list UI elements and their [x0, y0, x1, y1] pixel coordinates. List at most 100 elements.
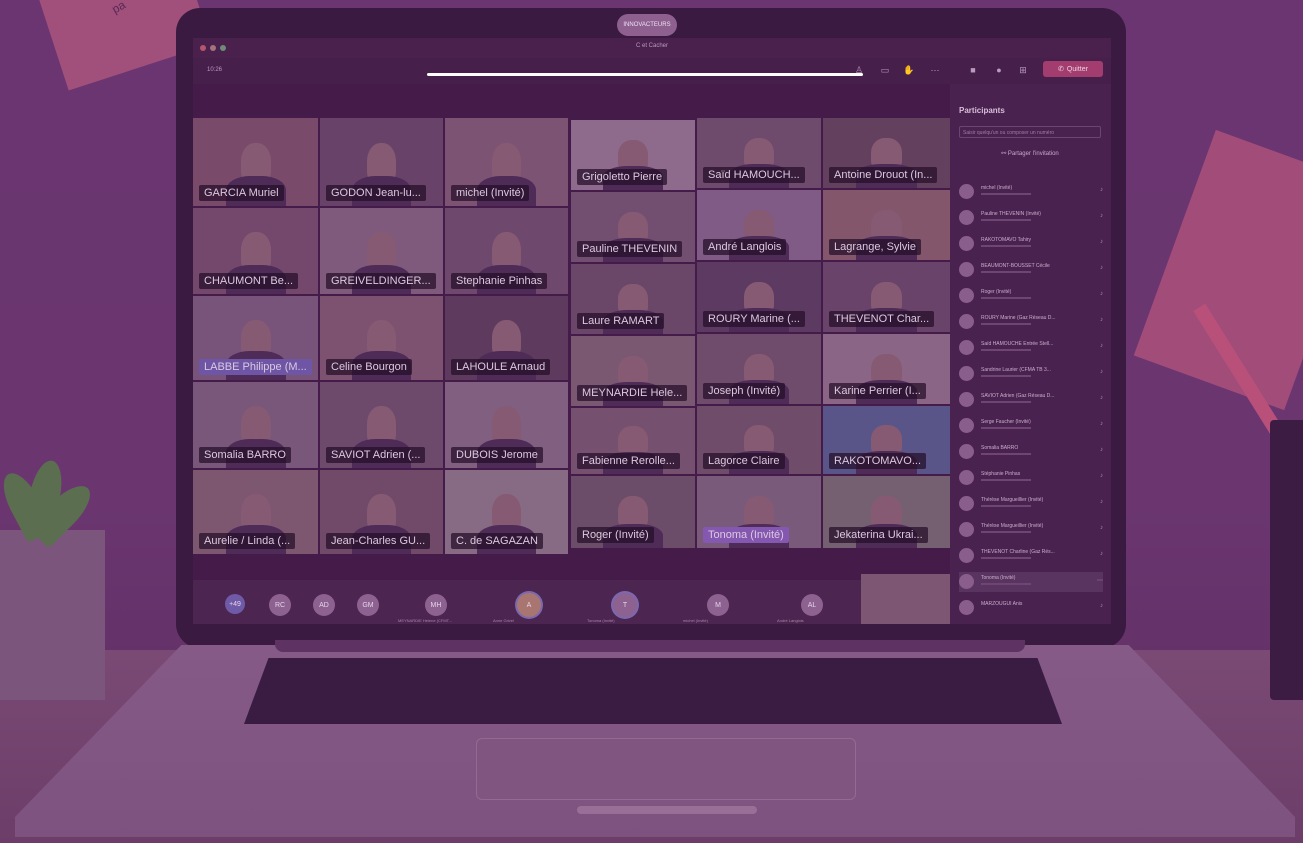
participant-name: Serge Faucher (Invité) [981, 419, 1031, 425]
avatar[interactable]: AL [801, 594, 823, 616]
participant-row[interactable]: Serge Faucher (Invité) ♪ [959, 416, 1103, 436]
participant-name: Thérèse Margueillier (Invité) [981, 523, 1044, 529]
video-tile[interactable]: CHAUMONT Be... [193, 208, 318, 294]
video-tile[interactable]: Laure RAMART [571, 264, 695, 334]
avatar[interactable]: AD [313, 594, 335, 616]
video-tile[interactable]: Tonoma (Invité) [697, 476, 821, 548]
raise-hand-icon[interactable]: ✋ [903, 65, 915, 75]
leave-button[interactable]: ✆ Quitter [1043, 61, 1103, 77]
avatar [959, 522, 974, 537]
more-options-icon[interactable]: ⋯ [929, 65, 941, 75]
video-tile[interactable]: Aurelie / Linda (... [193, 470, 318, 554]
video-tile[interactable]: Stephanie Pinhas [445, 208, 568, 294]
laptop-screen: C et Cacher 10:26 ♙ ▭ ✋ ⋯ ■ ● ⊞ ✆ Quitte… [193, 38, 1111, 624]
mic-icon: ♪ [1100, 343, 1103, 349]
video-tile[interactable]: michel (Invité) [445, 118, 568, 206]
overflow-count-avatar[interactable]: +49 [225, 594, 245, 614]
share-invite-button[interactable]: ⚯ Partager l'invitation [959, 150, 1101, 157]
microphone-icon[interactable]: ● [993, 65, 1005, 75]
progress-bar [427, 73, 863, 76]
participant-row[interactable]: RAKOTOMAVO Tahiry ♪ [959, 234, 1103, 254]
camera-icon[interactable]: ■ [967, 65, 979, 75]
tile-name-label: André Langlois [703, 239, 787, 255]
participant-role [981, 505, 1031, 507]
video-tile[interactable]: RAKOTOMAVO... [823, 406, 950, 474]
participant-row[interactable]: Roger (Invité) ♪ [959, 286, 1103, 306]
avatar[interactable]: RC [269, 594, 291, 616]
video-tile[interactable]: SAVIOT Adrien (... [320, 382, 443, 468]
video-tile[interactable]: GODON Jean-lu... [320, 118, 443, 206]
participant-row[interactable]: Somalia BARRO ♪ [959, 442, 1103, 462]
avatar[interactable]: GM [357, 594, 379, 616]
avatar [959, 418, 974, 433]
participant-row[interactable]: Saïd HAMOUCHE Entrée Stell... ♪ [959, 338, 1103, 358]
leave-button-label: Quitter [1066, 65, 1088, 73]
title-bar: C et Cacher [193, 38, 1111, 58]
video-tile[interactable]: Jekaterina Ukrai... [823, 476, 950, 548]
video-grid: GARCIA Muriel GODON Jean-lu... michel (I… [193, 118, 953, 580]
video-tile[interactable]: Fabienne Rerolle... [571, 408, 695, 474]
participant-role [981, 323, 1031, 325]
video-tile[interactable]: André Langlois [697, 190, 821, 260]
participant-role [981, 219, 1031, 221]
tile-name-label: DUBOIS Jerome [451, 447, 543, 463]
avatar[interactable]: M [707, 594, 729, 616]
video-tile[interactable]: Celine Bourgon [320, 296, 443, 380]
chat-icon[interactable]: ▭ [879, 65, 891, 75]
participant-name: ROURY Marine (Gaz Réseau D... [981, 315, 1056, 321]
participant-row[interactable]: SAVIOT Adrien (Gaz Réseau D... ♪ [959, 390, 1103, 410]
participant-row[interactable]: Pauline THEVENIN (Invité) ♪ [959, 208, 1103, 228]
video-tile[interactable]: Grigoletto Pierre [571, 120, 695, 190]
video-tile[interactable]: THEVENOT Char... [823, 262, 950, 332]
participant-row[interactable]: Thérèse Margueillier (Invité) ♪ [959, 520, 1103, 540]
mic-icon: ♪ [1100, 291, 1103, 297]
mic-icon: ♪ [1100, 187, 1103, 193]
avatar[interactable]: MH [425, 594, 447, 616]
participant-row[interactable]: BEAUMONT-BOUSSET Cécile ♪ [959, 260, 1103, 280]
participant-name: RAKOTOMAVO Tahiry [981, 237, 1032, 243]
share-screen-icon[interactable]: ⊞ [1017, 65, 1029, 75]
mic-icon: ♪ [1100, 525, 1103, 531]
participants-panel: Participants Saisir quelqu'un ou compose… [950, 84, 1111, 624]
video-tile[interactable]: Pauline THEVENIN [571, 192, 695, 262]
video-tile[interactable]: Antoine Drouot (In... [823, 118, 950, 188]
video-tile[interactable]: Lagorce Claire [697, 406, 821, 474]
participant-name: Somalia BARRO [981, 445, 1019, 451]
participant-row[interactable]: michel (Invité) ♪ [959, 182, 1103, 202]
tile-name-label: Aurelie / Linda (... [199, 533, 296, 549]
participants-icon[interactable]: ♙ [853, 65, 865, 75]
video-tile[interactable]: Saïd HAMOUCH... [697, 118, 821, 188]
video-tile[interactable]: Roger (Invité) [571, 476, 695, 548]
avatar[interactable]: A [517, 593, 541, 617]
participant-row[interactable]: Thérèse Margueillier (Invité) ♪ [959, 494, 1103, 514]
avatar[interactable]: T [613, 593, 637, 617]
video-tile[interactable]: Jean-Charles GU... [320, 470, 443, 554]
video-tile[interactable]: GARCIA Muriel [193, 118, 318, 206]
participant-row[interactable]: Tonoma (Invité) ⋯ [959, 572, 1103, 592]
participant-search-input[interactable]: Saisir quelqu'un ou composer un numéro [959, 126, 1101, 138]
video-tile[interactable]: GREIVELDINGER... [320, 208, 443, 294]
video-tile[interactable]: C. de SAGAZAN [445, 470, 568, 554]
bottom-participant-strip: +49 RC AD GM MH MEYNARDIE Helene (CFMT..… [193, 574, 950, 624]
tile-name-label: Pauline THEVENIN [577, 241, 683, 257]
video-tile[interactable]: Joseph (Invité) [697, 334, 821, 404]
participant-row[interactable]: THEVENOT Charline (Gaz Rés... ♪ [959, 546, 1103, 566]
tile-name-label: Stephanie Pinhas [451, 273, 548, 289]
participant-row[interactable]: Sandrine Laurier (CFMA TB 3... ♪ [959, 364, 1103, 384]
video-tile[interactable]: Somalia BARRO [193, 382, 318, 468]
tile-name-label: Jekaterina Ukrai... [829, 527, 928, 543]
avatar-label: Anne Grivel [493, 618, 514, 623]
tile-name-label: Grigoletto Pierre [577, 169, 668, 185]
video-tile[interactable]: Karine Perrier (I... [823, 334, 950, 404]
participant-row[interactable]: MARZOUGUI Anis ♪ [959, 598, 1103, 618]
participant-row[interactable]: ROURY Marine (Gaz Réseau D... ♪ [959, 312, 1103, 332]
video-tile[interactable]: DUBOIS Jerome [445, 382, 568, 468]
tile-name-label: RAKOTOMAVO... [829, 453, 926, 469]
video-tile[interactable]: Lagrange, Sylvie [823, 190, 950, 260]
video-tile[interactable]: MEYNARDIE Hele... [571, 336, 695, 406]
video-tile[interactable]: LABBE Philippe (M... [193, 296, 318, 380]
video-tile[interactable]: ROURY Marine (... [697, 262, 821, 332]
tile-name-label: THEVENOT Char... [829, 311, 935, 327]
video-tile[interactable]: LAHOULE Arnaud [445, 296, 568, 380]
participant-row[interactable]: Stéphanie Pinhas ♪ [959, 468, 1103, 488]
